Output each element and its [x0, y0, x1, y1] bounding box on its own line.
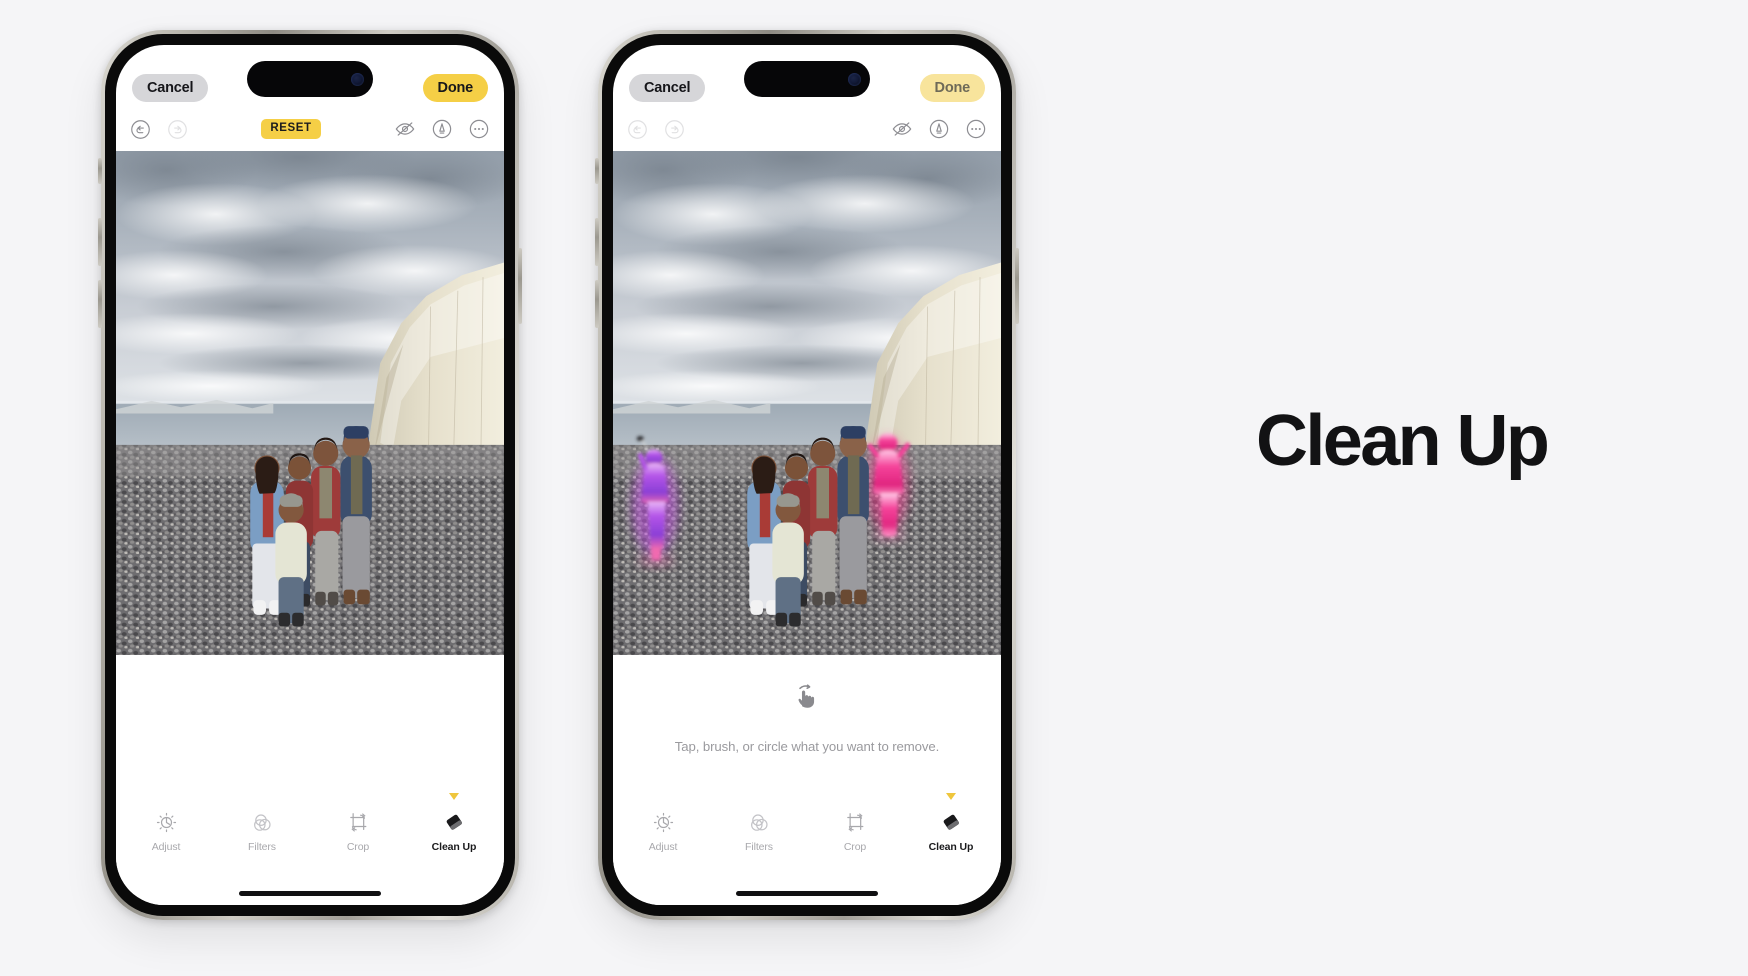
crop-frame-icon [347, 807, 370, 837]
tab-crop-label: Crop [346, 841, 370, 853]
adjust-dial-icon [652, 807, 675, 837]
tab-adjust[interactable]: Adjust [137, 807, 195, 853]
undo-arrow-icon[interactable] [130, 119, 151, 140]
crop-frame-icon [844, 807, 867, 837]
markup-pen-icon[interactable] [431, 118, 453, 140]
page-canvas: Cancel Done RESET Adjust Filters Crop Cl… [0, 0, 1748, 976]
tab-filters-label: Filters [745, 841, 773, 853]
tab-filters[interactable]: Filters [730, 807, 788, 853]
power-button[interactable] [1015, 248, 1019, 324]
tab-adjust[interactable]: Adjust [634, 807, 692, 853]
home-indicator[interactable] [736, 891, 878, 896]
active-tab-indicator-icon [449, 793, 459, 800]
tab-crop-label: Crop [843, 841, 867, 853]
volume-up-button[interactable] [98, 218, 102, 266]
iphone-device-before: Cancel Done RESET Adjust Filters Crop Cl… [98, 30, 522, 920]
more-ellipsis-icon[interactable] [965, 118, 987, 140]
adjust-dial-icon [155, 807, 178, 837]
tab-filters-label: Filters [248, 841, 276, 853]
active-tab-indicator-icon [946, 793, 956, 800]
reset-button[interactable]: RESET [261, 119, 321, 139]
cancel-button[interactable]: Cancel [132, 73, 209, 103]
cleanup-eraser-icon [939, 807, 963, 837]
tap-brush-hand-icon [792, 681, 822, 715]
device-bezel: Cancel Done [105, 34, 515, 916]
device-bezel: Cancel Done [602, 34, 1012, 916]
tab-adjust-label: Adjust [151, 841, 181, 853]
photo-canvas-before[interactable] [116, 151, 504, 655]
editor-tool-row: RESET [116, 107, 504, 151]
done-button[interactable]: Done [919, 73, 985, 103]
tab-adjust-label: Adjust [648, 841, 678, 853]
screen-after: Cancel Done Tap, brush, or circle what y… [613, 45, 1001, 905]
editor-top-bar: Cancel Done [613, 45, 1001, 107]
photo-canvas-after[interactable] [613, 151, 1001, 655]
tab-clean-up[interactable]: Clean Up [922, 793, 980, 853]
silent-switch[interactable] [595, 158, 599, 184]
tab-clean-up-label: Clean Up [431, 841, 477, 853]
volume-down-button[interactable] [595, 280, 599, 328]
iphone-device-after: Cancel Done Tap, brush, or circle what y… [595, 30, 1019, 920]
more-ellipsis-icon[interactable] [468, 118, 490, 140]
cleanup-gesture-hint: Tap, brush, or circle what you want to r… [613, 655, 1001, 754]
cleanup-eraser-icon [442, 807, 466, 837]
tab-clean-up-label: Clean Up [928, 841, 974, 853]
tab-crop[interactable]: Crop [826, 807, 884, 853]
tab-filters[interactable]: Filters [233, 807, 291, 853]
volume-down-button[interactable] [98, 280, 102, 328]
eye-slash-icon[interactable] [394, 118, 416, 140]
home-indicator[interactable] [239, 891, 381, 896]
redo-arrow-icon[interactable] [167, 119, 188, 140]
eye-slash-icon[interactable] [891, 118, 913, 140]
editor-tab-bar-after: Adjust Filters Crop Clean Up [613, 793, 1001, 853]
cancel-button[interactable]: Cancel [629, 73, 706, 103]
redo-arrow-icon[interactable] [664, 119, 685, 140]
markup-pen-icon[interactable] [928, 118, 950, 140]
tab-clean-up[interactable]: Clean Up [425, 793, 483, 853]
done-button[interactable]: Done [422, 73, 488, 103]
tab-crop[interactable]: Crop [329, 807, 387, 853]
silent-switch[interactable] [98, 158, 102, 184]
undo-arrow-icon[interactable] [627, 119, 648, 140]
editor-tab-bar-before: Adjust Filters Crop Clean Up [116, 793, 504, 853]
screen-before: Cancel Done RESET Adjust Filters Crop Cl… [116, 45, 504, 905]
cleanup-hint-text: Tap, brush, or circle what you want to r… [674, 739, 940, 754]
filters-circles-icon [748, 807, 771, 837]
page-title: Clean Up [1256, 401, 1550, 481]
editor-lower-panel-after: Tap, brush, or circle what you want to r… [613, 655, 1001, 905]
volume-up-button[interactable] [595, 218, 599, 266]
filters-circles-icon [251, 807, 274, 837]
editor-top-bar: Cancel Done [116, 45, 504, 107]
editor-tool-row [613, 107, 1001, 151]
power-button[interactable] [518, 248, 522, 324]
editor-lower-panel-before: Adjust Filters Crop Clean Up [116, 655, 504, 905]
